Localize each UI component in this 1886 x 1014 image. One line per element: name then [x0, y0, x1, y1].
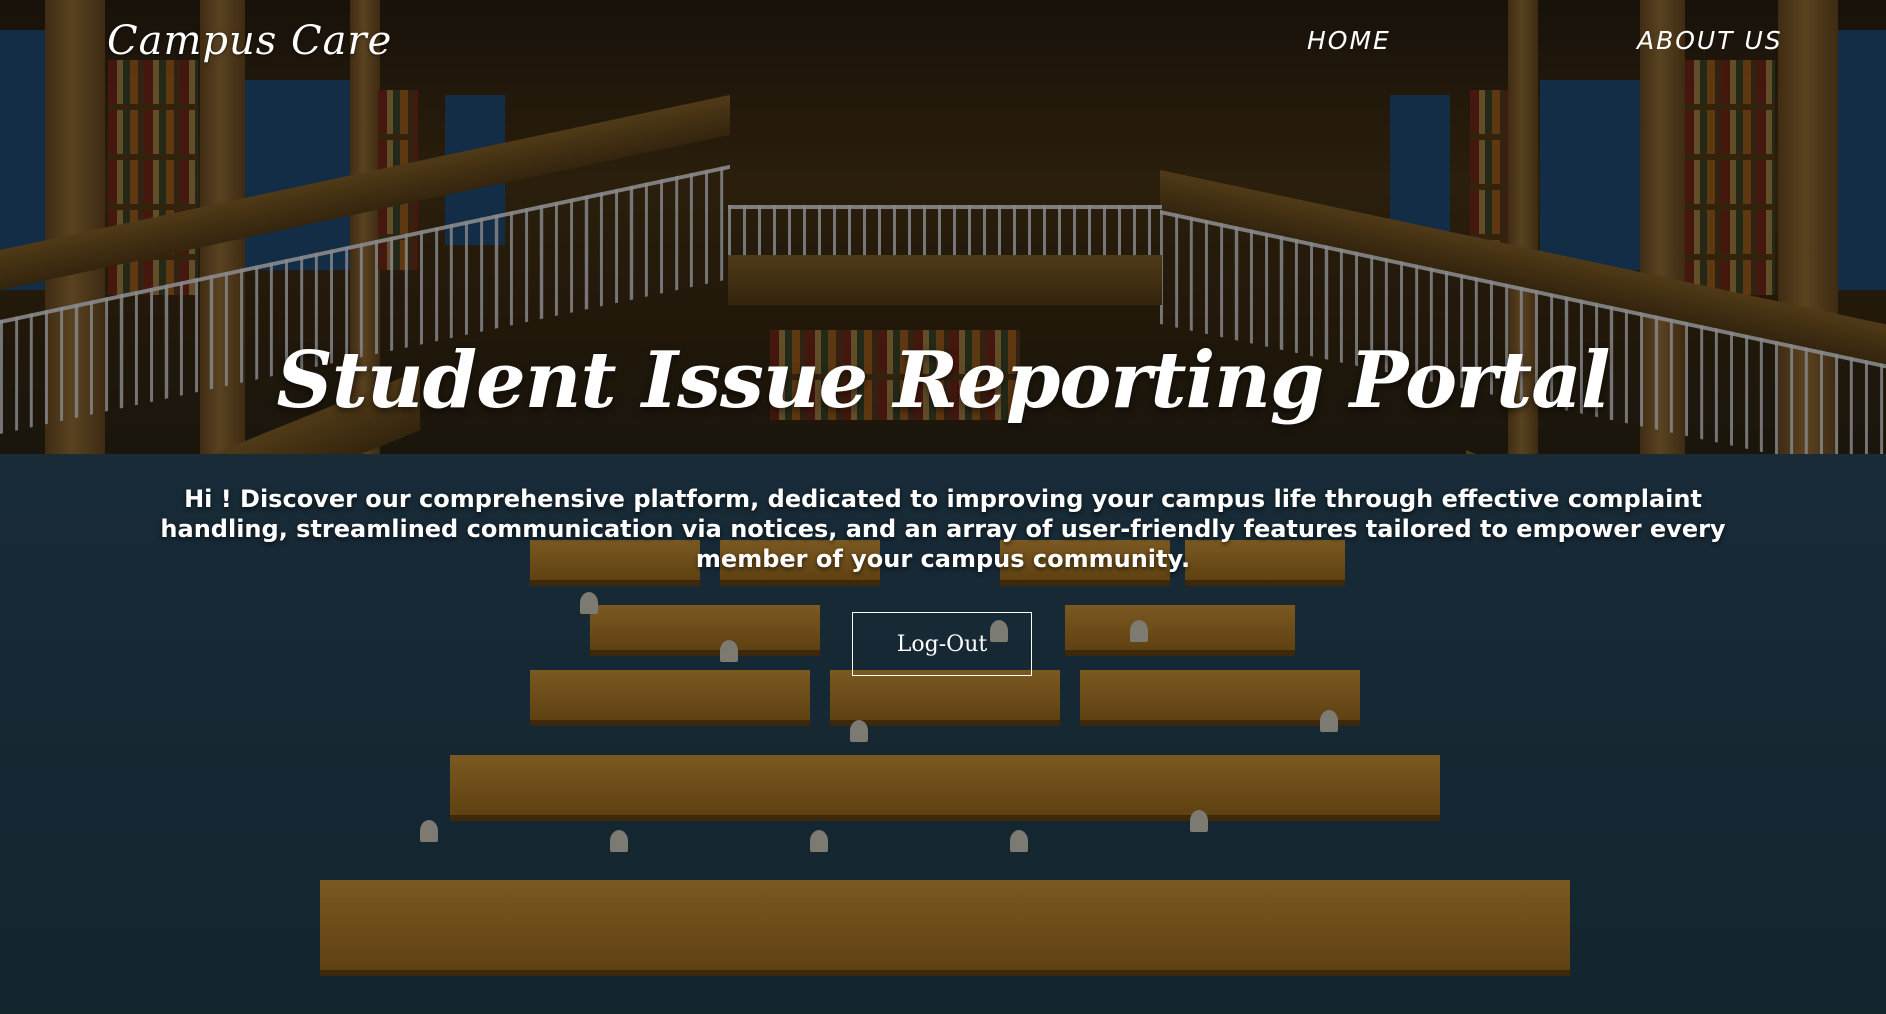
landing-page: Campus Care HOME ABOUT US Student Issue … [0, 0, 1886, 1014]
nav-home-link[interactable]: HOME [1307, 26, 1391, 55]
brand-logo[interactable]: Campus Care [107, 18, 392, 64]
page-title: Student Issue Reporting Portal [276, 335, 1611, 426]
nav-about-us-link[interactable]: ABOUT US [1637, 26, 1783, 55]
logout-button[interactable]: Log-Out [852, 612, 1032, 676]
hero-description: Hi ! Discover our comprehensive platform… [160, 485, 1726, 573]
